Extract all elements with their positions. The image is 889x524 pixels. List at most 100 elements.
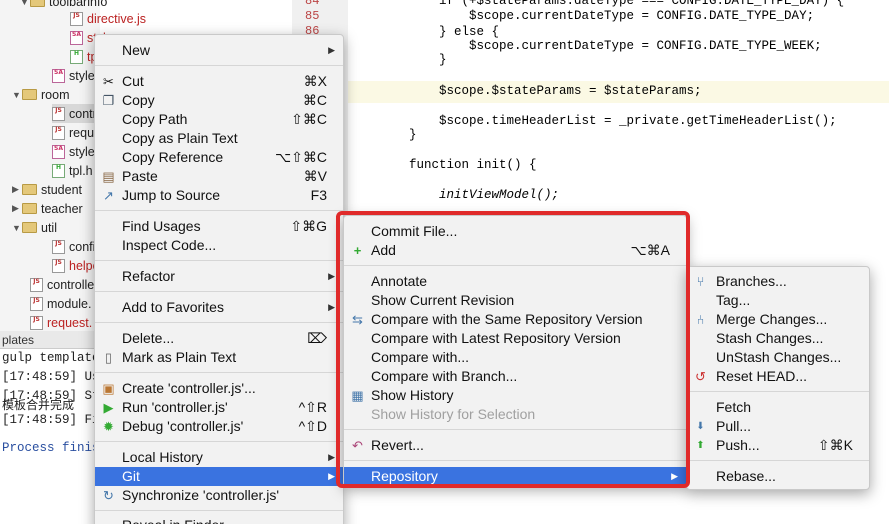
tree-item[interactable]: Htpl.h (52, 161, 93, 180)
code-line: } (409, 53, 447, 67)
menu-item-annotate[interactable]: Annotate (344, 272, 686, 291)
menu-item-jump-source[interactable]: ↗ Jump to Source F3 (95, 186, 343, 205)
merge-icon: ⑃ (696, 312, 705, 327)
html-file-icon: H (70, 49, 83, 64)
menu-item-repository[interactable]: Repository ▶ (344, 467, 686, 486)
git-submenu: Commit File... + Add ⌥⌘A Annotate Show Cur… (343, 215, 687, 486)
line-number: 85 (305, 9, 320, 23)
tree-item[interactable]: JS request. (30, 313, 92, 332)
menu-item-copy-plain[interactable]: Copy as Plain Text (95, 129, 343, 148)
menu-item-stash[interactable]: Stash Changes... (687, 329, 869, 348)
menu-item-push[interactable]: ⬆ Push... ⇧⌘K (687, 436, 869, 455)
console-tab[interactable]: plates (0, 331, 100, 349)
expand-arrow-icon[interactable]: ▼ (12, 223, 22, 233)
console-line: Process finish (2, 441, 108, 455)
tree-item-label: style (69, 144, 95, 159)
menu-item-paste[interactable]: ▤ Paste ⌘V (95, 167, 343, 186)
menu-item-merge-changes[interactable]: ⑃ Merge Changes... (687, 310, 869, 329)
menu-item-create-config[interactable]: ▣ Create 'controller.js'... (95, 379, 343, 398)
js-file-icon: JS (30, 315, 43, 330)
tree-item[interactable]: SA style (52, 66, 95, 85)
menu-item-rebase[interactable]: Rebase... (687, 467, 869, 486)
tree-item-selected[interactable]: JS contr (52, 104, 100, 123)
expand-arrow-icon[interactable]: ▼ (12, 90, 22, 100)
folder-icon (22, 203, 37, 214)
menu-item-reveal-finder[interactable]: Reveal in Finder (95, 516, 343, 524)
console-line: 模板合并完成 (2, 398, 75, 412)
code-line: $scope.currentDateType = CONFIG.DATE_TYP… (409, 9, 815, 23)
tree-item[interactable]: ▼ util (12, 218, 57, 237)
menu-item-synchronize[interactable]: ↻ Synchronize 'controller.js' (95, 486, 343, 505)
copy-icon: ❐ (102, 93, 115, 108)
menu-item-commit-file[interactable]: Commit File... (344, 222, 686, 241)
menu-item-pull[interactable]: ⬇ Pull... (687, 417, 869, 436)
menu-item-delete[interactable]: Delete... ⌦ (95, 329, 343, 348)
menu-item-new[interactable]: New ▶ (95, 41, 343, 60)
sync-icon: ↻ (103, 488, 114, 503)
menu-item-revert[interactable]: ↶ Revert... (344, 436, 686, 455)
menu-item-favorites[interactable]: Add to Favorites ▶ (95, 298, 343, 317)
folder-icon (30, 0, 45, 7)
tree-item[interactable]: JS helpe (52, 256, 100, 275)
context-menu: New ▶ ✂ Cut ⌘X ❐ Copy ⌘C Copy Path ⇧⌘C Copy as… (94, 34, 344, 524)
menu-item-cut[interactable]: ✂ Cut ⌘X (95, 72, 343, 91)
branch-icon: ⑂ (696, 274, 705, 289)
menu-item-branches[interactable]: ⑂ Branches... (687, 272, 869, 291)
folder-icon (22, 89, 37, 100)
menu-item-show-current-revision[interactable]: Show Current Revision (344, 291, 686, 310)
revert-icon: ↶ (352, 438, 363, 453)
menu-item-plain-text[interactable]: ▯ Mark as Plain Text (95, 348, 343, 367)
menu-item-compare-branch[interactable]: Compare with Branch... (344, 367, 686, 386)
js-file-icon: JS (52, 106, 65, 121)
menu-item-reset-head[interactable]: ↺ Reset HEAD... (687, 367, 869, 386)
menu-item-refactor[interactable]: Refactor ▶ (95, 267, 343, 286)
tree-item[interactable]: JS controlle (30, 275, 94, 294)
menu-item-inspect[interactable]: Inspect Code... (95, 236, 343, 255)
expand-arrow-icon[interactable]: ▼ (20, 0, 30, 7)
menu-item-copy-reference[interactable]: Copy Reference ⌥⇧⌘C (95, 148, 343, 167)
menu-item-git[interactable]: Git ▶ (95, 467, 343, 486)
js-file-icon: JS (30, 296, 43, 311)
console-line: [17:48:59] Fin (2, 413, 108, 427)
submenu-arrow-icon: ▶ (671, 471, 678, 481)
menu-item-tag[interactable]: Tag... (687, 291, 869, 310)
submenu-arrow-icon: ▶ (328, 471, 335, 481)
menu-item-run[interactable]: ▶ Run 'controller.js' ^⇧R (95, 398, 343, 417)
menu-item-debug[interactable]: ✹ Debug 'controller.js' ^⇧D (95, 417, 343, 436)
history-icon: ▦ (351, 388, 364, 403)
tree-item[interactable]: ▶ student (12, 180, 82, 199)
submenu-arrow-icon: ▶ (328, 302, 335, 312)
js-file-icon: JS (30, 277, 43, 292)
expand-arrow-icon[interactable]: ▶ (12, 203, 22, 214)
folder-icon (22, 184, 37, 195)
menu-item-compare-same-repo[interactable]: ⇆ Compare with the Same Repository Versio… (344, 310, 686, 329)
tree-item-label: confi (69, 239, 96, 254)
menu-item-copy[interactable]: ❐ Copy ⌘C (95, 91, 343, 110)
tree-item[interactable]: JS module. (30, 294, 91, 313)
html-file-icon: H (52, 163, 65, 178)
js-file-icon: JS (52, 239, 65, 254)
menu-item-history-selection: Show History for Selection (371, 406, 536, 422)
menu-item-add[interactable]: + Add ⌥⌘A (344, 241, 686, 260)
reset-icon: ↺ (695, 369, 706, 384)
tree-item[interactable]: ▶ teacher (12, 199, 83, 218)
expand-arrow-icon[interactable]: ▶ (12, 184, 22, 195)
menu-item-compare-with[interactable]: Compare with... (344, 348, 686, 367)
menu-item-fetch[interactable]: Fetch (687, 398, 869, 417)
repository-submenu: ⑂ Branches... Tag... ⑃ Merge Changes... St… (686, 266, 870, 490)
menu-item-compare-latest[interactable]: Compare with Latest Repository Version (344, 329, 686, 348)
tree-item[interactable]: JS directive.js (70, 9, 146, 28)
tree-item[interactable]: JS confi (52, 237, 95, 256)
jump-icon: ↗ (103, 188, 114, 203)
tree-item-label: toolbarinfo (49, 0, 108, 9)
menu-item-show-history[interactable]: ▦ Show History (344, 386, 686, 405)
tree-item[interactable]: SA style (52, 142, 95, 161)
menu-item-copy-path[interactable]: Copy Path ⇧⌘C (95, 110, 343, 129)
menu-item-local-history[interactable]: Local History ▶ (95, 448, 343, 467)
menu-item-find-usages[interactable]: Find Usages ⇧⌘G (95, 217, 343, 236)
tree-item[interactable]: ▼ room (12, 85, 69, 104)
menu-item-unstash[interactable]: UnStash Changes... (687, 348, 869, 367)
tree-item-label: contr (69, 106, 97, 121)
scissors-icon: ✂ (103, 74, 114, 89)
console-line: [17:48:59] Usi (2, 370, 108, 384)
